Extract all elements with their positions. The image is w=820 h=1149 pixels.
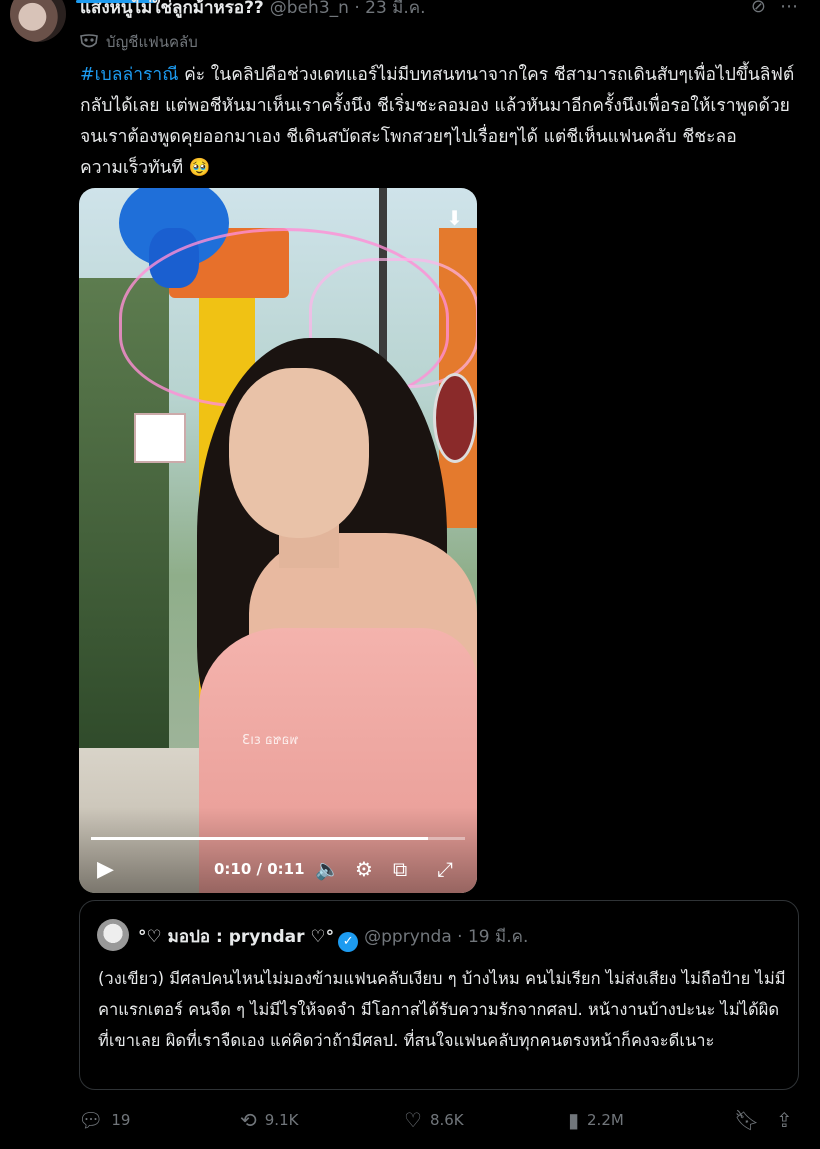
community-label[interactable]: บัญชีแฟนคลับ [106,30,198,54]
repost-count: 9.1K [264,1111,299,1129]
share-icon: ⇪ [776,1108,793,1132]
more-icon[interactable]: ⋯ [780,0,798,17]
play-icon[interactable]: ▶ [97,857,114,882]
header-icons: ⊘ ⋯ [751,0,798,17]
video-person-face [229,368,369,538]
download-icon[interactable]: ⬇ [446,206,463,230]
quote-text: (วงเขียว) มีศลปคนไหนไม่มองข้ามแฟนคลับเงี… [98,969,786,1050]
video-controls: ▶ 0:10 / 0:11 🔈 ⚙ ⧉ ⤢ [79,807,477,893]
chart-icon: ▮ [568,1108,580,1132]
quoted-tweet[interactable]: °♡ มอปอ : pryndar ♡° ✓ @pprynda · 19 มี.ค.… [79,900,799,1090]
verified-icon: ✓ [338,932,359,952]
video-player[interactable]: พอชอ ɛı3 ⬇ ▶ 0:10 / 0:11 🔈 ⚙ ⧉ ⤢ [79,188,477,893]
like-count: 8.6K [429,1111,464,1129]
video-watermark: พอชอ ɛı3 [242,733,299,748]
video-scene-mirror [433,373,477,463]
reply-button[interactable]: 💬︎ 19 [78,1108,130,1132]
views-button[interactable]: ▮ 2.2M [568,1108,624,1132]
repost-icon: ⟲ [240,1108,257,1132]
grok-icon[interactable]: ⊘ [751,0,766,17]
video-time: 0:10 / 0:11 [214,860,305,878]
bookmark-button[interactable]: 🔖︎ [734,1108,759,1132]
bookmark-icon: 🔖︎ [734,1108,760,1132]
video-scene-sign [134,413,186,463]
settings-icon[interactable]: ⚙ [355,857,373,881]
view-count: 2.2M [587,1111,624,1129]
volume-icon[interactable]: 🔈 [315,857,340,881]
video-progress-bar[interactable] [91,837,465,840]
tweet-text: #เบลล่าราณี ค่ะ ในคลิปคือช่วงเดทแอร์ไม่ม… [80,60,800,184]
reply-count: 19 [111,1111,131,1129]
author-line: แสงหนูไม่ใช่ลูกม้าหรอ?? @beh3_n · 23 มี.ค… [80,0,426,21]
pip-icon[interactable]: ⧉ [393,857,407,881]
community-badge: บัญชีแฟนคลับ [80,30,198,54]
mask-icon [80,34,98,48]
tweet-header: แสงหนูไม่ใช่ลูกม้าหรอ?? @beh3_n · 23 มี.ค… [0,0,820,42]
share-button[interactable]: ⇪ [776,1108,793,1132]
reply-icon: 💬︎ [78,1108,104,1132]
like-button[interactable]: ♡ 8.6K [404,1108,464,1132]
author-name[interactable]: แสงหนูไม่ใช่ลูกม้าหรอ?? [80,0,264,18]
hashtag-link[interactable]: #เบลล่าราณี [80,65,179,85]
tweet-body: ค่ะ ในคลิปคือช่วงเดทแอร์ไม่มีบทสนทนาจากใ… [80,65,795,178]
quote-author-name[interactable]: °♡ มอปอ : pryndar ♡° [138,927,334,947]
repost-button[interactable]: ⟲ 9.1K [240,1108,298,1132]
quote-author-line: °♡ มอปอ : pryndar ♡° ✓ @pprynda · 19 มี.ค. [138,923,528,952]
quote-avatar[interactable] [97,919,129,951]
quote-handle[interactable]: @pprynda · 19 มี.ค. [364,927,528,947]
heart-icon: ♡ [404,1108,422,1132]
avatar[interactable] [10,0,66,42]
author-handle[interactable]: @beh3_n · 23 มี.ค. [270,0,426,18]
action-bar: 💬︎ 19 ⟲ 9.1K ♡ 8.6K ▮ 2.2M 🔖︎ ⇪ [78,1108,800,1138]
fullscreen-icon[interactable]: ⤢ [437,857,453,881]
